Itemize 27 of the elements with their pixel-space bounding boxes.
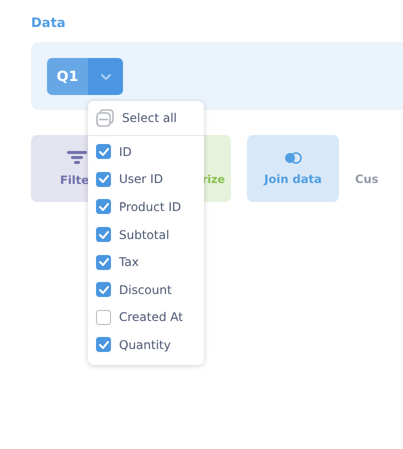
checkbox[interactable] <box>96 282 111 298</box>
checkbox[interactable] <box>96 227 111 242</box>
checkbox[interactable] <box>96 172 111 187</box>
chevron-down-icon <box>100 72 112 80</box>
section-label: Data <box>31 16 66 31</box>
select-all-item[interactable]: Select all <box>88 105 204 131</box>
column-label: Subtotal <box>119 228 170 242</box>
column-label: ID <box>119 144 132 159</box>
join-data-button[interactable]: Join data <box>247 135 339 202</box>
checkbox[interactable] <box>96 199 111 214</box>
checkbox[interactable] <box>96 310 111 325</box>
column-label: Discount <box>119 282 172 297</box>
column-label: Tax <box>119 255 139 270</box>
select-all-label: Select all <box>122 111 177 125</box>
select-all-icon <box>96 109 114 127</box>
column-label: Created At <box>119 310 184 324</box>
column-label: User ID <box>119 172 163 186</box>
filter-icon <box>67 150 87 164</box>
checkbox[interactable] <box>96 337 111 352</box>
dropdown-button[interactable] <box>88 58 123 95</box>
column-label: Quantity <box>119 338 171 352</box>
column-label: Product ID <box>119 200 182 214</box>
custom-button[interactable]: Cus <box>355 135 395 202</box>
join-icon <box>283 152 303 164</box>
checkbox[interactable] <box>96 254 111 270</box>
query-button[interactable]: Q1 <box>47 58 88 95</box>
checkbox[interactable] <box>96 144 111 160</box>
